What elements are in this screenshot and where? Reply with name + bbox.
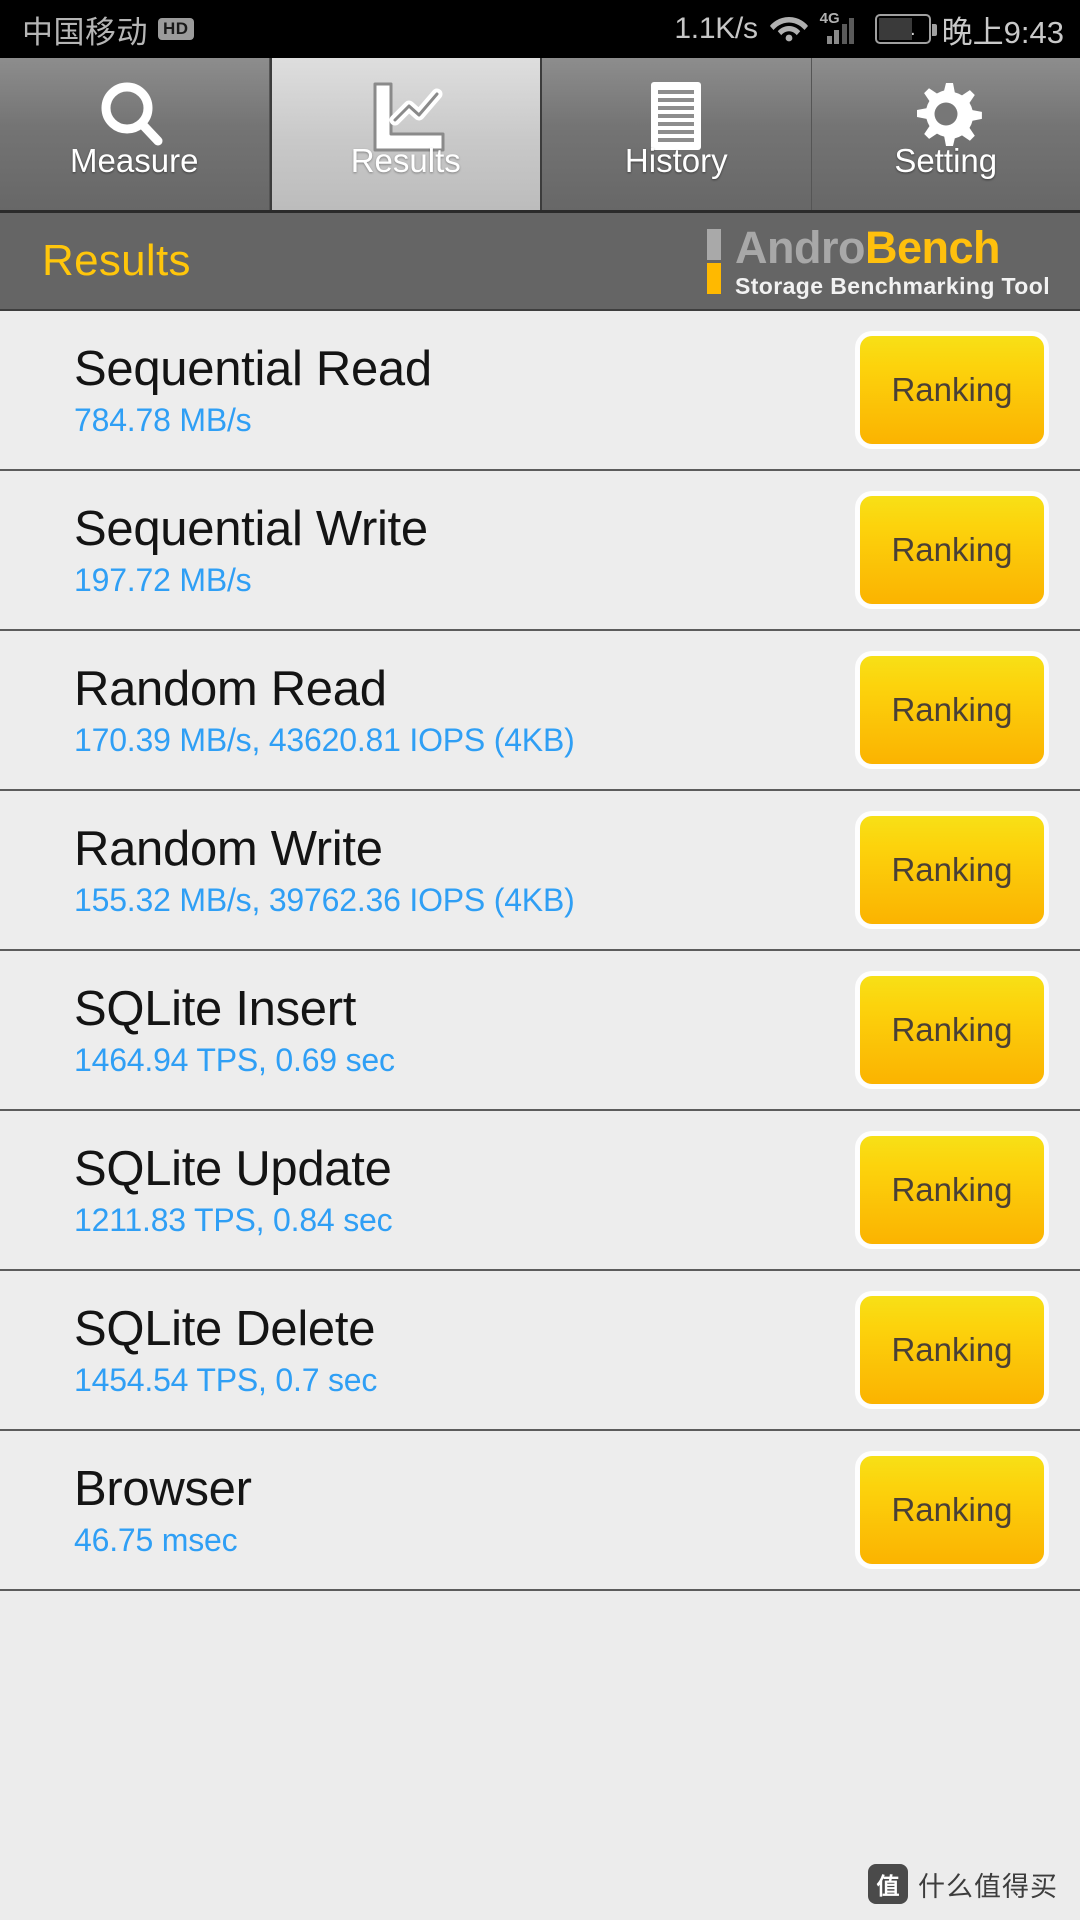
row-value: 1211.83 TPS, 0.84 sec bbox=[74, 1201, 393, 1238]
table-row[interactable]: SQLite Delete 1454.54 TPS, 0.7 sec Ranki… bbox=[0, 1271, 1080, 1431]
hd-badge: HD bbox=[158, 18, 194, 40]
signal-bars bbox=[826, 18, 855, 44]
row-title: Sequential Write bbox=[74, 501, 428, 556]
tab-results[interactable]: Results bbox=[269, 58, 542, 210]
ranking-button[interactable]: Ranking bbox=[860, 1296, 1044, 1404]
cellular-signal-icon: 4G bbox=[820, 10, 864, 46]
watermark-label: 什么值得买 bbox=[918, 1871, 1058, 1902]
tab-setting-label: Setting bbox=[894, 142, 998, 179]
logo-text: AndroBench Storage Benchmarking Tool bbox=[735, 225, 1050, 298]
row-value: 170.39 MB/s, 43620.81 IOPS (4KB) bbox=[74, 721, 575, 758]
watermark: 值 什么值得买 bbox=[868, 1864, 1058, 1904]
tab-history-label: History bbox=[624, 142, 728, 179]
row-value: 784.78 MB/s bbox=[74, 401, 252, 438]
table-row[interactable]: Sequential Write 197.72 MB/s Ranking bbox=[0, 471, 1080, 631]
row-text: Random Read 170.39 MB/s, 43620.81 IOPS (… bbox=[74, 661, 575, 758]
ranking-button[interactable]: Ranking bbox=[860, 976, 1044, 1084]
logo-wordmark: AndroBench bbox=[735, 225, 1050, 270]
row-text: SQLite Update 1211.83 TPS, 0.84 sec bbox=[74, 1141, 393, 1238]
table-row[interactable]: Browser 46.75 msec Ranking bbox=[0, 1431, 1080, 1591]
clock-label: 晚上9:43 bbox=[941, 14, 1064, 50]
network-speed-label: 1.1K/s bbox=[674, 12, 758, 45]
row-title: SQLite Update bbox=[74, 1141, 392, 1196]
ranking-button[interactable]: Ranking bbox=[860, 496, 1044, 604]
row-value: 1464.94 TPS, 0.69 sec bbox=[74, 1041, 395, 1078]
row-title: Browser bbox=[74, 1461, 252, 1516]
row-text: Random Write 155.32 MB/s, 39762.36 IOPS … bbox=[74, 821, 575, 918]
row-title: SQLite Delete bbox=[74, 1301, 376, 1356]
tab-measure[interactable]: Measure bbox=[0, 58, 270, 210]
tab-setting[interactable]: Setting bbox=[811, 58, 1080, 210]
battery-fill bbox=[878, 18, 912, 40]
status-bar: 中国移动 HD 1.1K/s 4G 51 晚上9:43 bbox=[0, 0, 1080, 58]
ranking-button[interactable]: Ranking bbox=[860, 656, 1044, 764]
page-header: Results AndroBench Storage Benchmarking … bbox=[0, 213, 1080, 311]
carrier-label: 中国移动 bbox=[22, 14, 148, 50]
table-row[interactable]: Random Write 155.32 MB/s, 39762.36 IOPS … bbox=[0, 791, 1080, 951]
row-value: 197.72 MB/s bbox=[74, 561, 252, 598]
row-value: 46.75 msec bbox=[74, 1521, 238, 1558]
table-row[interactable]: SQLite Insert 1464.94 TPS, 0.69 sec Rank… bbox=[0, 951, 1080, 1111]
logo-tagline: Storage Benchmarking Tool bbox=[734, 272, 1050, 299]
row-text: Sequential Write 197.72 MB/s bbox=[74, 501, 428, 598]
row-text: Sequential Read 784.78 MB/s bbox=[74, 341, 432, 438]
results-list: Sequential Read 784.78 MB/s Ranking Sequ… bbox=[0, 311, 1080, 1591]
row-title: Sequential Read bbox=[74, 341, 432, 396]
logo-bars-icon bbox=[706, 225, 721, 298]
row-text: SQLite Insert 1464.94 TPS, 0.69 sec bbox=[74, 981, 395, 1078]
ranking-button[interactable]: Ranking bbox=[860, 816, 1044, 924]
row-title: Random Read bbox=[74, 661, 387, 716]
row-value: 155.32 MB/s, 39762.36 IOPS (4KB) bbox=[74, 881, 575, 918]
table-row[interactable]: Random Read 170.39 MB/s, 43620.81 IOPS (… bbox=[0, 631, 1080, 791]
wifi-icon bbox=[769, 11, 809, 48]
row-value: 1454.54 TPS, 0.7 sec bbox=[74, 1361, 378, 1398]
table-row[interactable]: SQLite Update 1211.83 TPS, 0.84 sec Rank… bbox=[0, 1111, 1080, 1271]
androbench-logo: AndroBench Storage Benchmarking Tool bbox=[706, 225, 1062, 298]
logo-word-andro: Andro bbox=[734, 221, 865, 273]
tab-measure-label: Measure bbox=[70, 142, 199, 179]
row-title: Random Write bbox=[74, 821, 383, 876]
row-text: Browser 46.75 msec bbox=[74, 1461, 252, 1558]
battery-icon: 51 bbox=[874, 14, 937, 44]
tab-bar: Measure Results History Setting bbox=[0, 58, 1080, 213]
table-row[interactable]: Sequential Read 784.78 MB/s Ranking bbox=[0, 311, 1080, 471]
ranking-button[interactable]: Ranking bbox=[860, 336, 1044, 444]
tab-results-label: Results bbox=[350, 142, 461, 179]
status-bar-left: 中国移动 HD bbox=[22, 7, 194, 52]
watermark-logo-icon: 值 bbox=[868, 1864, 908, 1904]
ranking-button[interactable]: Ranking bbox=[860, 1456, 1044, 1564]
status-bar-right: 1.1K/s 4G 51 晚上9:43 bbox=[674, 7, 1064, 52]
row-title: SQLite Insert bbox=[74, 981, 357, 1036]
logo-word-bench: Bench bbox=[864, 221, 1001, 273]
ranking-button[interactable]: Ranking bbox=[860, 1136, 1044, 1244]
row-text: SQLite Delete 1454.54 TPS, 0.7 sec bbox=[74, 1301, 378, 1398]
tab-history[interactable]: History bbox=[542, 58, 812, 210]
page-title: Results bbox=[42, 236, 191, 285]
